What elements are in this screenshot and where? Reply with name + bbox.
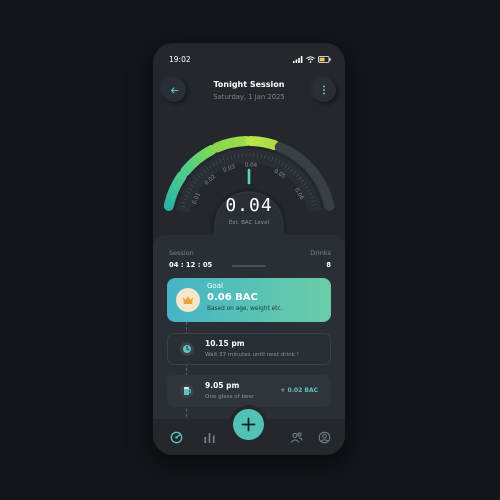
bac-value: 0.04 (225, 195, 273, 216)
gauge-hub-base (209, 225, 289, 255)
timeline-entry-drink[interactable]: 9.05 pm One glass of beer + 0.02 BAC (167, 375, 331, 407)
goal-description: Based on age, weight etc. (207, 306, 283, 312)
add-icon (241, 417, 256, 432)
status-bar: 19:02 (169, 53, 331, 65)
signal-icon (293, 55, 303, 63)
goal-icon (176, 288, 200, 312)
clock-icon (183, 345, 191, 353)
nav-profile[interactable] (317, 430, 331, 444)
nav-home[interactable] (169, 430, 183, 444)
goal-value: 0.06 BAC (207, 292, 258, 303)
status-time: 19:02 (169, 54, 191, 64)
goal-card[interactable]: Goal 0.06 BAC Based on age, weight etc. (167, 278, 331, 322)
drinks-count: 8 (326, 261, 331, 269)
timeline-entry-reminder[interactable]: 10.15 pm Wait 37 minutes until next drin… (167, 333, 331, 365)
add-drink-button[interactable] (233, 409, 264, 440)
wifi-icon (306, 55, 315, 63)
bottom-nav (153, 409, 345, 455)
more-vertical-icon (323, 85, 325, 95)
entry-description: Wait 37 minutes until next drink ! (205, 352, 299, 358)
entry-time: 9.05 pm (205, 381, 240, 390)
nav-stats[interactable] (202, 430, 216, 444)
entry-time: 10.15 pm (205, 339, 245, 348)
friends-icon (290, 432, 303, 443)
session-label: Session (169, 249, 194, 257)
gauge-segment (211, 136, 252, 153)
entry-icon (180, 342, 194, 356)
crown-icon (183, 296, 193, 304)
sheet-handle[interactable] (232, 265, 266, 267)
profile-icon (318, 431, 330, 443)
session-timer: 04 : 12 : 05 (169, 261, 213, 269)
beer-icon (184, 387, 191, 395)
phone-screen: 19:02 Tonight Session Saturday, 1 Jan 20… (153, 43, 345, 455)
entry-icon (180, 384, 194, 398)
nav-friends[interactable] (289, 430, 303, 444)
battery-icon (318, 55, 331, 63)
gauge-tick-label: 0.04 (245, 162, 258, 168)
stats-icon (204, 432, 214, 443)
entry-description: One glass of beer (205, 394, 255, 400)
home-icon (170, 431, 182, 443)
entry-bac-change: + 0.02 BAC (280, 387, 318, 394)
status-icons (293, 55, 331, 63)
drinks-label: Drinks (310, 249, 331, 257)
goal-label: Goal (207, 282, 223, 290)
bac-label: Est. BAC Level (228, 220, 270, 226)
more-options-button[interactable] (312, 78, 336, 102)
gauge-segment (245, 136, 280, 151)
